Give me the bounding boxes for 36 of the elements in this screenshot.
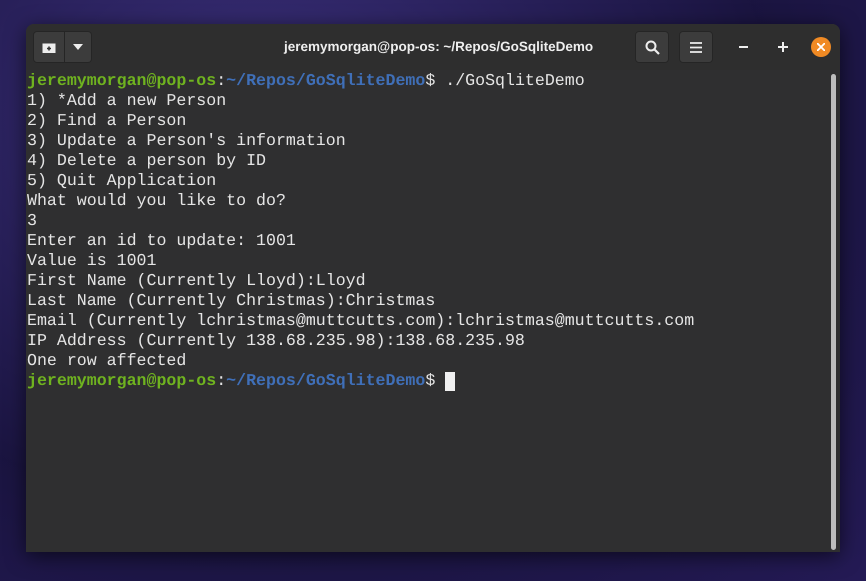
prompt-command: $ ./GoSqliteDemo bbox=[425, 71, 585, 91]
output-line: First Name (Currently Lloyd):Lloyd bbox=[27, 271, 366, 291]
dropdown-button[interactable] bbox=[65, 31, 92, 63]
output-line: 1) *Add a new Person bbox=[27, 91, 226, 111]
window-title: jeremymorgan@pop-os: ~/Repos/GoSqliteDemo bbox=[284, 38, 594, 56]
prompt-separator: : bbox=[216, 71, 226, 91]
search-button[interactable] bbox=[635, 31, 669, 63]
prompt-separator: : bbox=[216, 371, 226, 391]
output-line: Value is 1001 bbox=[27, 251, 156, 271]
output-line: Last Name (Currently Christmas):Christmas bbox=[27, 291, 436, 311]
prompt-path: ~/Repos/GoSqliteDemo bbox=[226, 371, 426, 391]
search-icon bbox=[644, 40, 660, 54]
output-line: 5) Quit Application bbox=[27, 171, 216, 191]
output-line: 2) Find a Person bbox=[27, 111, 186, 131]
output-line: Enter an id to update: 1001 bbox=[27, 231, 296, 251]
output-line: What would you like to do? bbox=[27, 191, 286, 211]
prompt-user-host: jeremymorgan@pop-os bbox=[27, 371, 216, 391]
menu-icon bbox=[690, 42, 702, 52]
maximize-icon bbox=[778, 42, 788, 52]
menu-button[interactable] bbox=[679, 31, 713, 63]
output-line: 3) Update a Person's information bbox=[27, 131, 346, 151]
caret-icon bbox=[73, 44, 83, 50]
output-line: IP Address (Currently 138.68.235.98):138.68.235.98 bbox=[27, 331, 525, 351]
output-line: Email (Currently lchristmas@muttcutts.com):lchristmas@muttcutts.com bbox=[27, 311, 694, 331]
prompt-command: $ bbox=[425, 371, 436, 391]
output-line: 3 bbox=[27, 211, 37, 231]
new-tab-button[interactable] bbox=[33, 31, 65, 63]
output-line: 4) Delete a person by ID bbox=[27, 151, 266, 171]
output-line: One row affected bbox=[27, 351, 186, 371]
close-icon bbox=[817, 43, 825, 51]
prompt-user-host: jeremymorgan@pop-os bbox=[27, 71, 216, 91]
scrollbar[interactable] bbox=[831, 74, 836, 550]
minimize-icon bbox=[738, 46, 748, 48]
new-tab-icon bbox=[42, 41, 56, 53]
prompt-path: ~/Repos/GoSqliteDemo bbox=[226, 71, 426, 91]
close-button[interactable] bbox=[811, 37, 831, 57]
